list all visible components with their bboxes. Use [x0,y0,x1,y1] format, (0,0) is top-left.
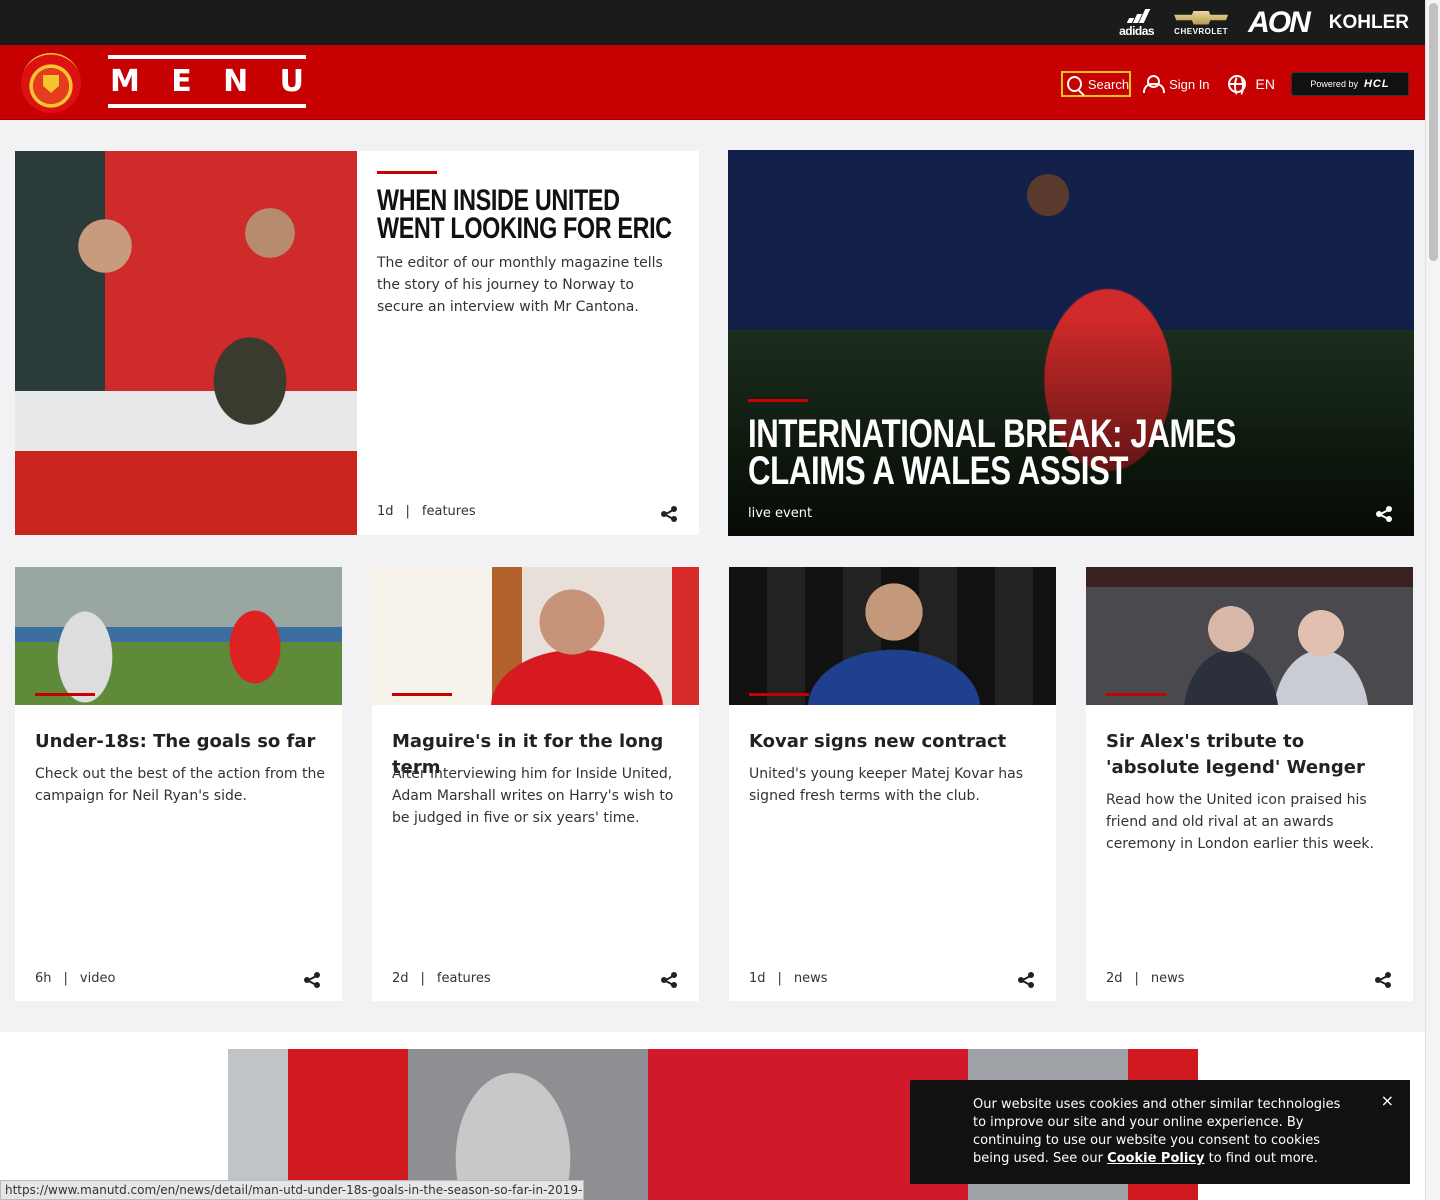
article-card[interactable]: Under-18s: The goals so far Check out th… [15,567,342,1001]
chevrolet-logo[interactable]: CHEVROLET [1174,10,1229,36]
menu-letter: M [110,63,140,99]
close-icon[interactable]: × [1381,1092,1394,1110]
cookie-text-after: to find out more. [1208,1151,1318,1166]
article-title: Kovar signs new contract [749,731,1007,752]
share-icon[interactable] [661,506,677,522]
language-label: EN [1255,76,1275,92]
search-button[interactable]: Search [1061,71,1132,97]
kohler-logo[interactable]: KOHLER [1329,12,1409,34]
menu-letter: N [223,63,249,99]
search-icon [1067,76,1082,92]
article-card[interactable]: Maguire's in it for the long term After … [372,567,699,1001]
header-actions: Search Sign In EN Powered by HCL [1061,71,1409,97]
club-crest-logo[interactable] [21,53,81,113]
globe-icon [1227,75,1246,97]
sign-in-label: Sign In [1169,76,1210,92]
article-description: Check out the best of the action from th… [35,766,325,804]
share-icon[interactable] [304,972,320,988]
article-category: news [793,971,828,986]
article-description: After interviewing him for Inside United… [392,766,674,826]
article-description: The editor of our monthly magazine tells… [377,255,663,315]
accent-line [1106,693,1166,696]
article-title: When Inside United went looking for Eric [377,184,672,245]
article-time: 6h [35,971,52,986]
article-description: Read how the United icon praised his fri… [1106,792,1374,852]
menu-letter: U [279,63,304,99]
featured-article-card[interactable]: When Inside United went looking for Eric… [15,151,699,535]
article-title: Sir Alex's tribute to 'absolute legend' … [1106,731,1365,778]
article-time: 1d [749,971,766,986]
meta-separator: | [405,504,410,519]
cookie-banner: Our website uses cookies and other simil… [910,1080,1410,1184]
meta-separator: | [63,971,68,986]
article-image [1086,567,1413,705]
article-meta: 2d | news [1106,971,1185,986]
article-image [729,567,1056,705]
language-selector[interactable]: EN [1227,75,1275,97]
share-icon[interactable] [1375,972,1391,988]
aon-logo[interactable]: AON [1248,6,1311,40]
article-category: features [421,504,476,519]
article-title: International break: James claims a Wale… [748,412,1236,493]
meta-separator: | [777,971,782,986]
article-category: video [79,971,116,986]
article-time: 2d [1106,971,1123,986]
article-category: features [436,971,491,986]
browser-status-url: https://www.manutd.com/en/news/detail/ma… [0,1180,584,1200]
sponsor-bar: adidas CHEVROLET AON KOHLER [0,0,1425,45]
article-meta: 1d | features [377,504,476,519]
share-icon[interactable] [1018,972,1034,988]
page-scrollbar[interactable] [1425,0,1440,1200]
article-image [15,151,357,535]
chevrolet-bowtie-icon [1174,10,1229,25]
crest-shield-icon [43,75,59,93]
user-icon [1143,75,1166,93]
accent-line [35,693,95,696]
accent-line [749,693,809,696]
accent-line [392,693,452,696]
article-category: live event [748,506,813,521]
meta-separator: | [1134,971,1139,986]
article-time: 1d [377,504,394,519]
menu-letter: E [171,63,192,99]
scrollbar-thumb[interactable] [1429,3,1438,261]
featured-live-card[interactable]: International break: James claims a Wale… [728,150,1414,536]
accent-line [748,399,808,402]
article-card[interactable]: Sir Alex's tribute to 'absolute legend' … [1086,567,1413,1001]
powered-by-hcl-badge[interactable]: Powered by HCL [1291,72,1409,96]
sign-in-button[interactable]: Sign In [1143,75,1210,93]
sponsor-logos: adidas CHEVROLET AON KOHLER [1119,6,1409,40]
article-title: Under-18s: The goals so far [35,731,316,752]
article-category: news [1150,971,1185,986]
adidas-logo[interactable]: adidas [1119,8,1155,38]
article-card[interactable]: Kovar signs new contract United's young … [729,567,1056,1001]
article-description: United's young keeper Matej Kovar has si… [749,766,1024,804]
article-image [372,567,699,705]
article-image [15,567,342,705]
menu-button[interactable]: M E N U [108,55,306,108]
article-time: 2d [392,971,409,986]
meta-separator: | [420,971,425,986]
article-meta: live event [748,506,812,521]
article-meta: 2d | features [392,971,491,986]
article-meta: 1d | news [749,971,828,986]
accent-line [377,171,437,174]
adidas-stripes-icon [1126,8,1150,23]
share-icon[interactable] [1376,506,1392,522]
share-icon[interactable] [661,972,677,988]
cookie-policy-link[interactable]: Cookie Policy [1107,1151,1204,1166]
article-meta: 6h | video [35,971,115,986]
search-label: Search [1087,76,1130,92]
site-header: M E N U Search Sign In EN Powered by HCL [0,45,1425,120]
